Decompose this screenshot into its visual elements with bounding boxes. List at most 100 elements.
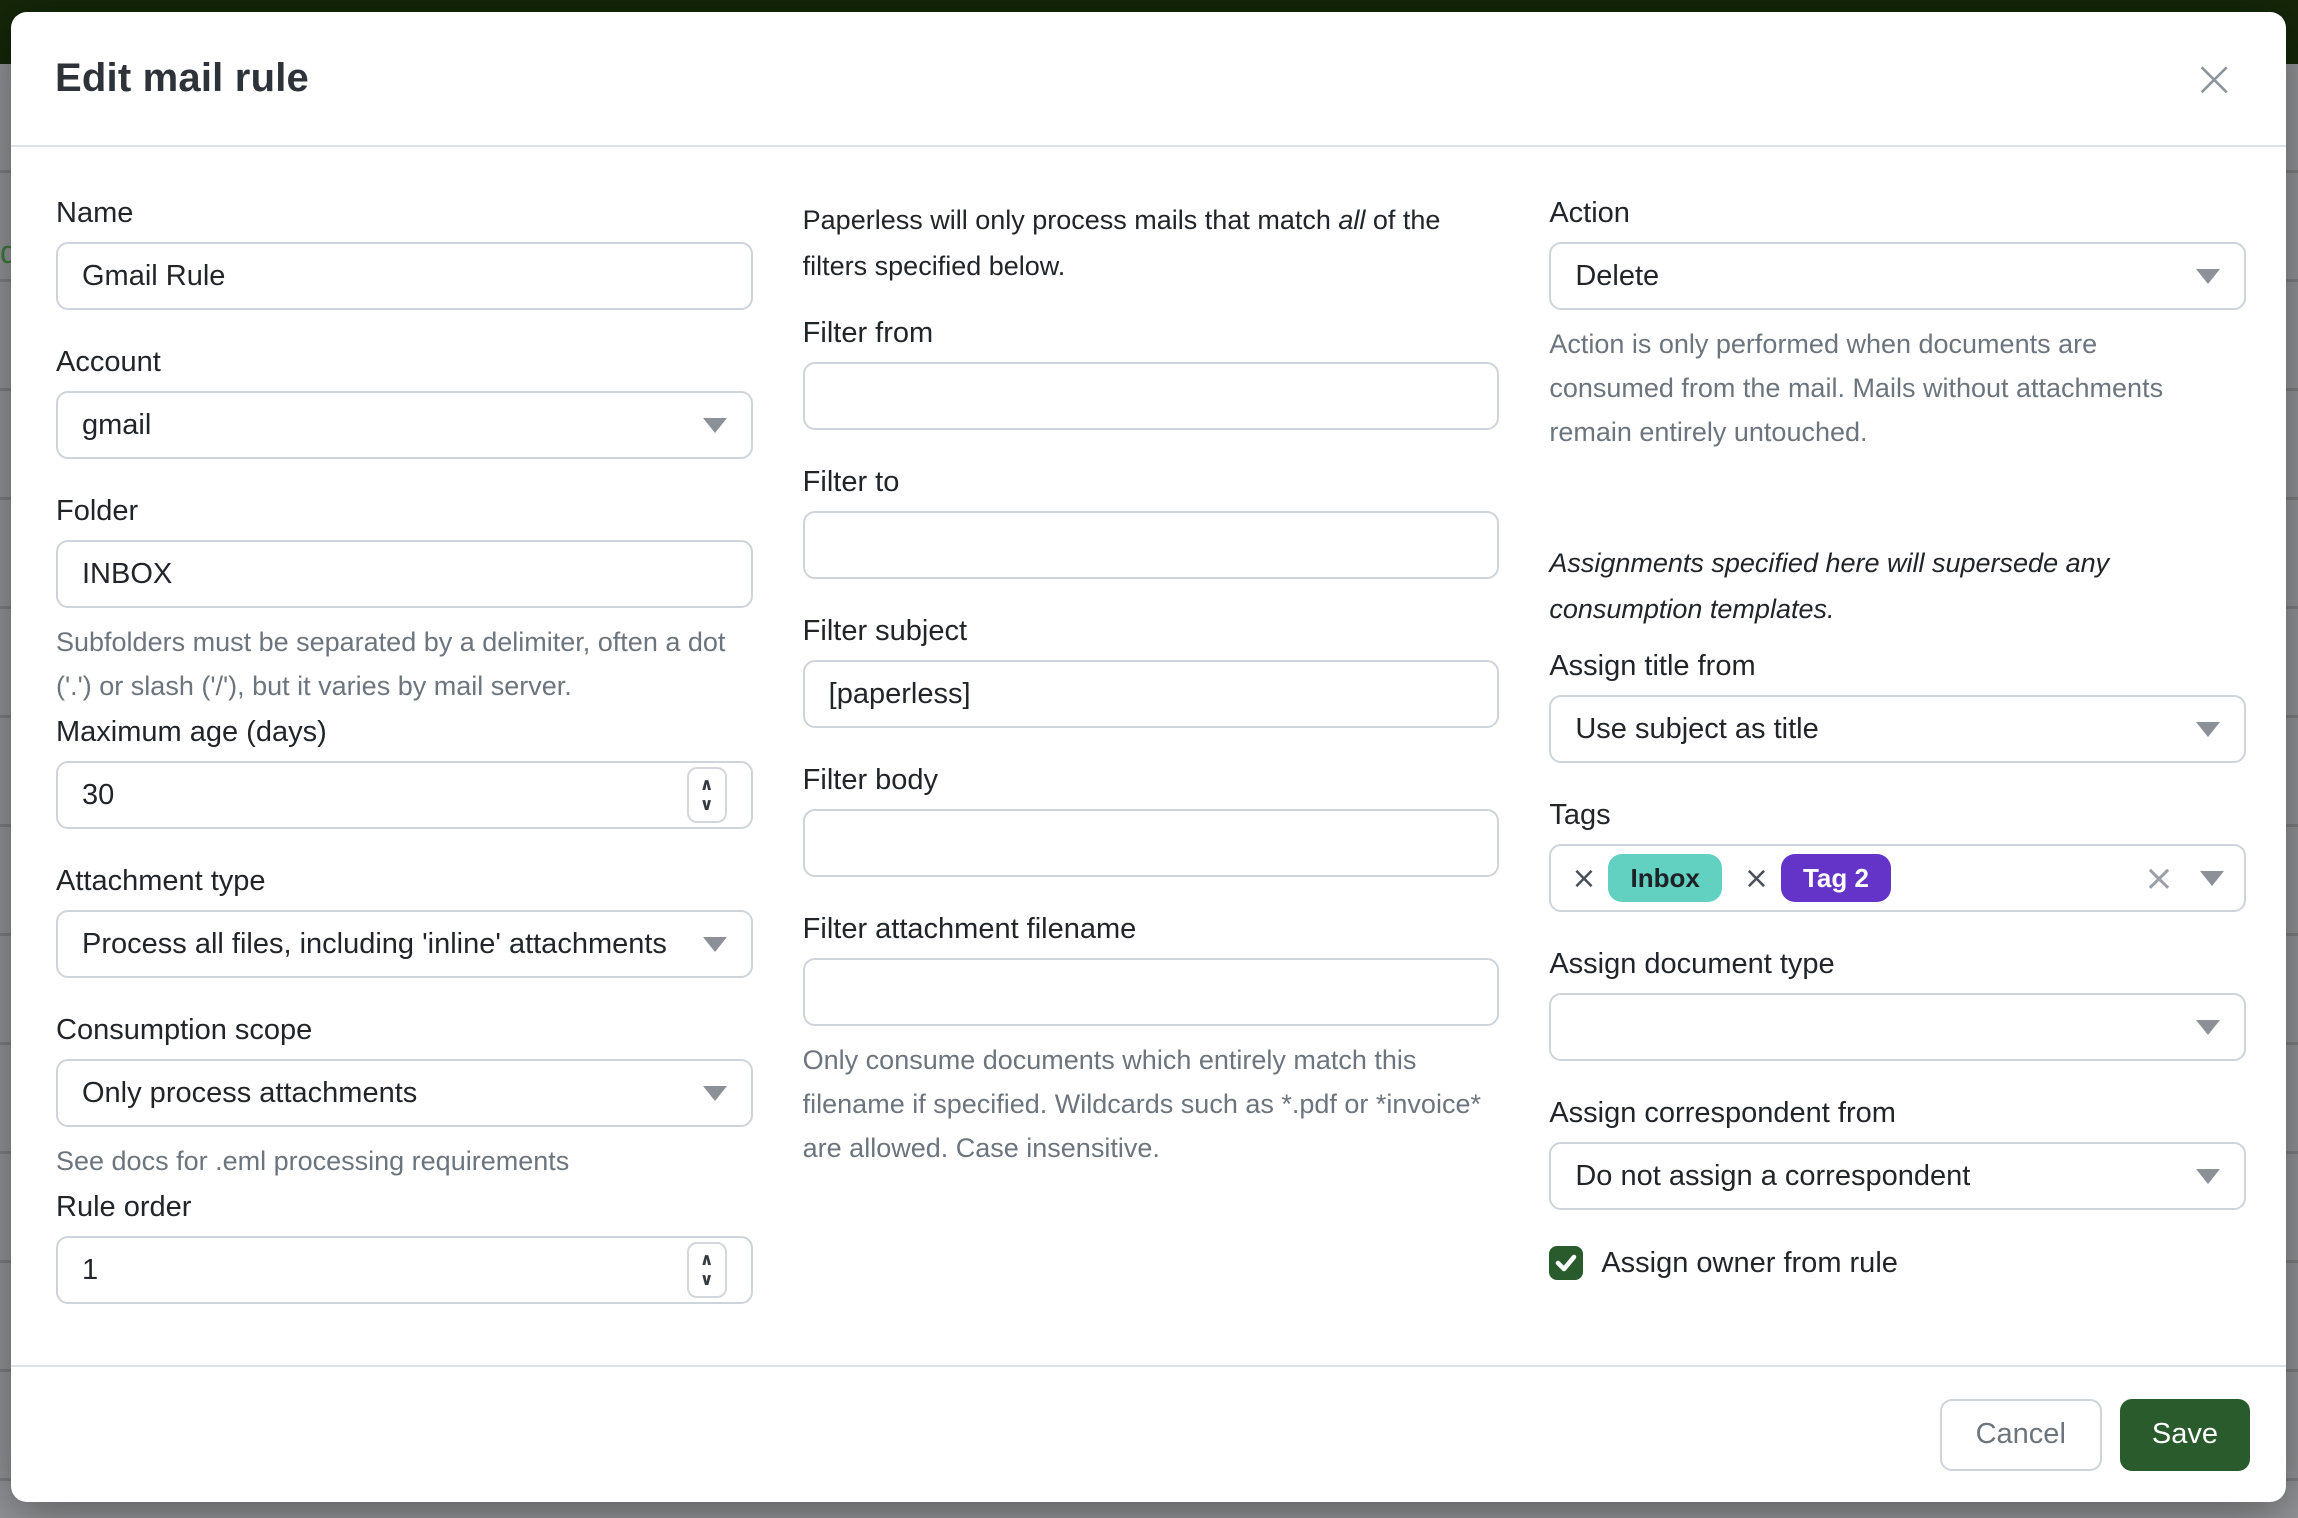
field-folder: Folder INBOX Subfolders must be separate… [56,495,753,708]
dialog-footer: Cancel Save [11,1365,2286,1502]
tags-label: Tags [1549,799,2246,832]
filter-from-input[interactable] [803,362,1500,430]
consumption-scope-select[interactable]: Only process attachments [56,1059,753,1127]
filter-to-label: Filter to [803,466,1500,499]
attachment-type-value: Process all files, including 'inline' at… [82,928,667,961]
chevron-down-icon [2196,1020,2220,1035]
spin-down-button[interactable]: ∨ [700,795,714,815]
action-label: Action [1549,197,2246,230]
assign-title-select[interactable]: Use subject as title [1549,695,2246,763]
account-value: gmail [82,409,151,442]
cancel-button[interactable]: Cancel [1940,1399,2102,1471]
folder-value: INBOX [82,558,172,591]
max-age-value: 30 [82,779,114,812]
filter-subject-value: [paperless] [829,678,971,711]
field-assign-doctype: Assign document type [1549,948,2246,1061]
field-assign-owner: Assign owner from rule [1549,1246,2246,1280]
folder-help-text: Subfolders must be separated by a delimi… [56,620,753,708]
assign-title-label: Assign title from [1549,650,2246,683]
assign-title-value: Use subject as title [1575,713,1818,746]
field-max-age: Maximum age (days) 30 ∧ ∨ [56,716,753,829]
attachment-type-label: Attachment type [56,865,753,898]
tags-select[interactable]: × Inbox × Tag 2 × [1549,844,2246,912]
consumption-scope-value: Only process attachments [82,1077,417,1110]
assign-correspondent-value: Do not assign a correspondent [1575,1160,1970,1193]
remove-tag-icon[interactable]: × [1571,861,1596,896]
chevron-down-icon [2196,1169,2220,1184]
field-filter-subject: Filter subject [paperless] [803,615,1500,728]
chevron-down-icon [703,418,727,433]
field-action: Action Delete Action is only performed w… [1549,197,2246,454]
dialog-header: Edit mail rule × [11,12,2286,147]
spin-down-button[interactable]: ∨ [700,1270,714,1290]
assign-correspondent-label: Assign correspondent from [1549,1097,2246,1130]
field-filter-filename: Filter attachment filename Only consume … [803,913,1500,1170]
field-name: Name Gmail Rule [56,197,753,310]
save-button[interactable]: Save [2120,1399,2250,1471]
assign-owner-checkbox[interactable] [1549,1246,1583,1280]
assignments-note: Assignments specified here will supersed… [1549,540,2246,632]
max-age-input[interactable]: 30 ∧ ∨ [56,761,753,829]
filter-filename-help-text: Only consume documents which entirely ma… [803,1038,1500,1170]
number-spinner[interactable]: ∧ ∨ [687,767,727,823]
max-age-label: Maximum age (days) [56,716,753,749]
filter-to-input[interactable] [803,511,1500,579]
field-account: Account gmail [56,346,753,459]
spin-up-button[interactable]: ∧ [700,1250,714,1270]
filters-intro-text: Paperless will only process mails that m… [803,197,1500,289]
chevron-down-icon [703,937,727,952]
column-filters: Paperless will only process mails that m… [803,197,1500,1365]
assign-doctype-select[interactable] [1549,993,2246,1061]
chevron-down-icon[interactable] [2200,871,2224,886]
remove-tag-icon[interactable]: × [1744,861,1769,896]
number-spinner[interactable]: ∧ ∨ [687,1242,727,1298]
field-assign-correspondent: Assign correspondent from Do not assign … [1549,1097,2246,1210]
close-icon[interactable]: × [2186,53,2242,105]
chevron-down-icon [2196,722,2220,737]
account-select[interactable]: gmail [56,391,753,459]
field-filter-from: Filter from [803,317,1500,430]
assign-correspondent-select[interactable]: Do not assign a correspondent [1549,1142,2246,1210]
tag-chip: Inbox [1608,854,1721,902]
chevron-down-icon [2196,269,2220,284]
field-assign-title: Assign title from Use subject as title [1549,650,2246,763]
name-label: Name [56,197,753,230]
filter-from-label: Filter from [803,317,1500,350]
clear-tags-icon[interactable]: × [2144,858,2174,899]
assign-doctype-label: Assign document type [1549,948,2246,981]
column-actions: Action Delete Action is only performed w… [1549,197,2246,1365]
name-input[interactable]: Gmail Rule [56,242,753,310]
field-consumption-scope: Consumption scope Only process attachmen… [56,1014,753,1183]
folder-input[interactable]: INBOX [56,540,753,608]
name-value: Gmail Rule [82,260,225,293]
filter-filename-input[interactable] [803,958,1500,1026]
attachment-type-select[interactable]: Process all files, including 'inline' at… [56,910,753,978]
filter-filename-label: Filter attachment filename [803,913,1500,946]
field-attachment-type: Attachment type Process all files, inclu… [56,865,753,978]
dialog-title: Edit mail rule [55,56,309,101]
check-icon [1553,1250,1579,1276]
consumption-scope-help-text: See docs for .eml processing requirement… [56,1139,753,1183]
rule-order-value: 1 [82,1254,98,1287]
filter-subject-input[interactable]: [paperless] [803,660,1500,728]
chevron-down-icon [703,1086,727,1101]
field-rule-order: Rule order 1 ∧ ∨ [56,1191,753,1304]
filter-body-label: Filter body [803,764,1500,797]
rule-order-label: Rule order [56,1191,753,1224]
account-label: Account [56,346,753,379]
dialog-body: Name Gmail Rule Account gmail Folder INB… [11,147,2286,1365]
filter-subject-label: Filter subject [803,615,1500,648]
filter-body-input[interactable] [803,809,1500,877]
action-select[interactable]: Delete [1549,242,2246,310]
consumption-scope-label: Consumption scope [56,1014,753,1047]
spin-up-button[interactable]: ∧ [700,775,714,795]
field-filter-body: Filter body [803,764,1500,877]
field-tags: Tags × Inbox × Tag 2 × [1549,799,2246,912]
action-help-text: Action is only performed when documents … [1549,322,2209,454]
tag-chip: Tag 2 [1781,854,1891,902]
folder-label: Folder [56,495,753,528]
column-general: Name Gmail Rule Account gmail Folder INB… [56,197,753,1365]
edit-mail-rule-dialog: Edit mail rule × Name Gmail Rule Account… [11,12,2286,1502]
rule-order-input[interactable]: 1 ∧ ∨ [56,1236,753,1304]
assign-owner-label: Assign owner from rule [1601,1247,1898,1280]
